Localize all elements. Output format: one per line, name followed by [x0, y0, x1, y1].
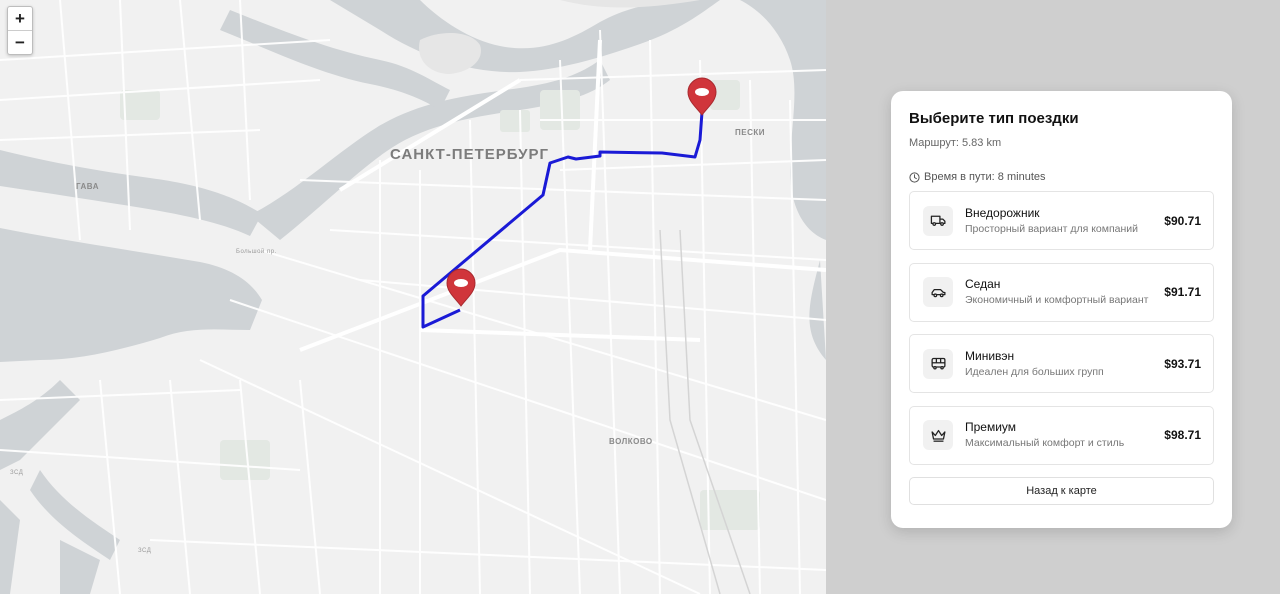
ride-option-premium[interactable]: Премиум Максимальный комфорт и стиль $98…: [909, 405, 1214, 465]
start-marker: [446, 268, 476, 307]
map-label-gava: ГАВА: [76, 182, 99, 191]
map[interactable]: САНКТ-ПЕТЕРБУРГ ПЕСКИ ГАВА ВОЛКОВО Больш…: [0, 0, 826, 594]
ride-options-list: Внедорожник Просторный вариант для компа…: [909, 191, 1214, 465]
map-label-scd-2: ЗСД: [138, 548, 152, 554]
panel-title: Выберите тип поездки: [909, 110, 1079, 127]
end-marker: [687, 77, 717, 116]
crown-icon: [930, 429, 946, 442]
ride-option-desc: Идеален для больших групп: [965, 365, 1104, 378]
map-label-scd-1: ЗСД: [10, 470, 24, 476]
map-label-peski: ПЕСКИ: [735, 128, 765, 137]
ride-option-minivan[interactable]: Минивэн Идеален для больших групп $93.71: [909, 334, 1214, 393]
map-label-volkovo: ВОЛКОВО: [609, 437, 653, 446]
zoom-control: + −: [7, 6, 33, 55]
ride-option-desc: Экономичный и комфортный вариант: [965, 294, 1149, 306]
ride-option-price: $93.71: [1164, 356, 1201, 371]
zoom-in-button[interactable]: +: [8, 7, 32, 30]
ride-option-name: Седан: [965, 277, 1001, 291]
travel-time: Время в пути: 8 minutes: [909, 170, 1214, 184]
ride-option-sedan[interactable]: Седан Экономичный и комфортный вариант $…: [909, 262, 1214, 322]
bus-icon: [930, 357, 946, 370]
ride-option-price: $90.71: [1164, 213, 1201, 228]
ride-option-name: Минивэн: [965, 348, 1015, 363]
map-label-city: САНКТ-ПЕТЕРБУРГ: [390, 146, 550, 163]
clock-icon: [909, 171, 920, 183]
truck-icon: [930, 215, 946, 226]
ride-option-desc: Просторный вариант для компаний: [965, 222, 1139, 235]
ride-option-desc: Максимальный комфорт и стиль: [965, 437, 1125, 449]
zoom-out-button[interactable]: −: [8, 30, 32, 54]
map-label-bolshoy: Большой пр.: [236, 249, 277, 255]
route-distance: Маршрут: 5.83 km: [909, 137, 1002, 149]
ride-option-price: $91.71: [1164, 285, 1201, 299]
back-to-map-button[interactable]: Назад к карте: [909, 477, 1214, 505]
ride-option-suv[interactable]: Внедорожник Просторный вариант для компа…: [909, 191, 1214, 250]
ride-option-name: Внедорожник: [965, 205, 1040, 220]
travel-time-text: Время в пути: 8 minutes: [924, 171, 1046, 183]
ride-option-price: $98.71: [1164, 428, 1201, 442]
map-tiles: [0, 0, 826, 594]
car-icon: [930, 288, 946, 297]
ride-type-panel: Выберите тип поездки Маршрут: 5.83 km Вр…: [891, 91, 1232, 528]
ride-option-name: Премиум: [965, 420, 1017, 434]
